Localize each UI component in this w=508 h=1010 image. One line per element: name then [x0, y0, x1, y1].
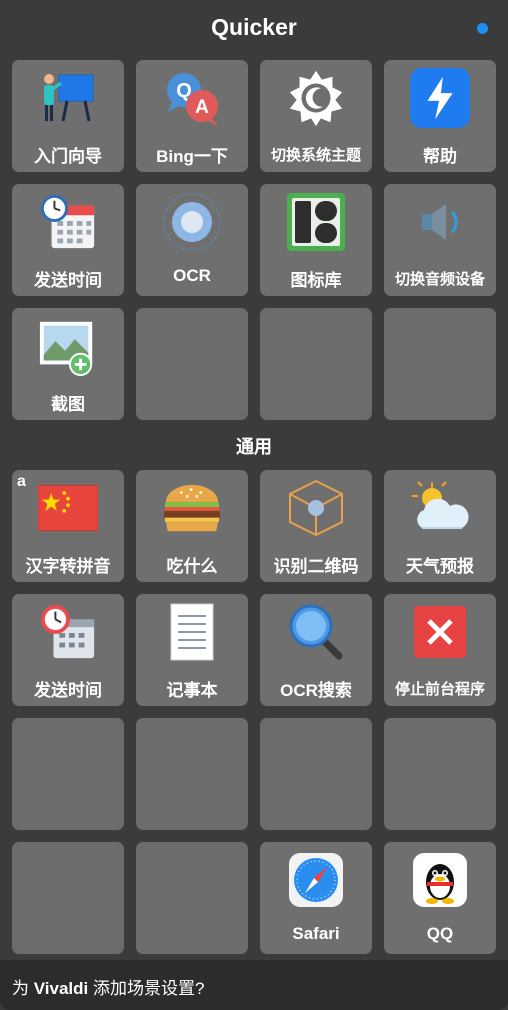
tile-label: 吃什么 — [166, 557, 218, 576]
title-bar: Quicker — [0, 0, 508, 58]
action-tile-what-to-eat[interactable]: 吃什么 — [136, 470, 248, 582]
action-tile-icon-library[interactable]: 图标库 — [260, 184, 372, 296]
action-tile-qq[interactable]: QQ — [384, 842, 496, 954]
footer-bar: 为 Vivaldi 添加场景设置? — [0, 960, 508, 1010]
presentation-board-icon — [38, 68, 98, 128]
notepad-icon — [162, 602, 222, 662]
action-tile-ocr-search[interactable]: OCR搜索 — [260, 594, 372, 706]
calendar-clock-icon — [38, 192, 98, 252]
quicker-window: Quicker 入门向导 Q A Bing一下 切换系统主题 帮助 发送时间 O… — [0, 0, 508, 1010]
action-tile-switch-audio[interactable]: 切换音频设备 — [384, 184, 496, 296]
svg-text:A: A — [195, 97, 209, 118]
ocr-target-icon — [162, 192, 222, 252]
empty-slot[interactable] — [136, 718, 248, 830]
tile-label: 记事本 — [166, 681, 218, 700]
action-tile-ocr[interactable]: OCR — [136, 184, 248, 296]
section-title: 通用 — [236, 437, 272, 457]
tile-label: 切换音频设备 — [394, 271, 485, 288]
action-tile-intro-guide[interactable]: 入门向导 — [12, 60, 124, 172]
magnifier-icon — [286, 602, 346, 662]
tile-label: 发送时间 — [34, 271, 102, 290]
weather-icon — [410, 478, 470, 538]
speaker-icon — [410, 192, 470, 252]
close-icon — [410, 602, 470, 662]
empty-slot[interactable] — [384, 308, 496, 420]
app-title: Quicker — [211, 14, 297, 40]
tile-corner-badge: a — [17, 473, 26, 490]
action-tile-bing[interactable]: Q A Bing一下 — [136, 60, 248, 172]
footer-prefix: 为 — [12, 979, 34, 998]
action-tile-weather[interactable]: 天气预报 — [384, 470, 496, 582]
empty-slot[interactable] — [136, 308, 248, 420]
icon-library-icon — [286, 192, 346, 252]
action-tile-qr-scan[interactable]: 识别二维码 — [260, 470, 372, 582]
action-tile-stop-program[interactable]: 停止前台程序 — [384, 594, 496, 706]
china-flag-icon — [38, 478, 98, 538]
image-add-icon — [38, 316, 98, 376]
tile-label: 截图 — [51, 395, 85, 414]
tile-label: QQ — [426, 924, 454, 943]
burger-icon — [162, 478, 222, 538]
tile-label: 天气预报 — [406, 557, 474, 576]
action-tile-notepad[interactable]: 记事本 — [136, 594, 248, 706]
cube-icon — [286, 478, 346, 538]
action-tile-help[interactable]: 帮助 — [384, 60, 496, 172]
tile-label: Safari — [292, 924, 340, 943]
footer-suffix: 添加场景设置? — [88, 979, 205, 998]
tile-label: 图标库 — [290, 271, 342, 290]
theme-gear-moon-icon — [286, 68, 346, 128]
footer-app-name: Vivaldi — [33, 979, 89, 998]
safari-icon — [286, 850, 346, 910]
empty-slot[interactable] — [12, 842, 124, 954]
tile-label: 停止前台程序 — [394, 681, 485, 698]
tile-label: 入门向导 — [34, 147, 102, 166]
action-tile-safari[interactable]: Safari — [260, 842, 372, 954]
empty-slot[interactable] — [260, 718, 372, 830]
tile-label: 切换系统主题 — [270, 147, 361, 164]
empty-slot[interactable] — [260, 308, 372, 420]
tile-label: OCR — [173, 266, 211, 285]
tile-label: 发送时间 — [34, 681, 102, 700]
qq-penguin-icon — [410, 850, 470, 910]
action-tile-switch-theme[interactable]: 切换系统主题 — [260, 60, 372, 172]
status-dot[interactable] — [477, 23, 488, 34]
empty-slot[interactable] — [384, 718, 496, 830]
action-tile-send-time-2[interactable]: 发送时间 — [12, 594, 124, 706]
action-tile-pinyin[interactable]: a 汉字转拼音 — [12, 470, 124, 582]
empty-slot[interactable] — [136, 842, 248, 954]
scene-settings-prompt[interactable]: 为 Vivaldi 添加场景设置? — [12, 974, 204, 999]
tile-label: 识别二维码 — [273, 557, 359, 576]
tile-label: 汉字转拼音 — [25, 557, 111, 576]
action-tile-send-time[interactable]: 发送时间 — [12, 184, 124, 296]
qa-bubbles-icon: Q A — [162, 68, 222, 128]
tile-label: OCR搜索 — [280, 681, 352, 700]
action-tile-screenshot[interactable]: 截图 — [12, 308, 124, 420]
empty-slot[interactable] — [12, 718, 124, 830]
tile-label: 帮助 — [423, 147, 457, 166]
tile-label: Bing一下 — [156, 147, 228, 166]
lightning-app-icon — [410, 68, 470, 128]
calendar-clock-icon — [38, 602, 98, 662]
